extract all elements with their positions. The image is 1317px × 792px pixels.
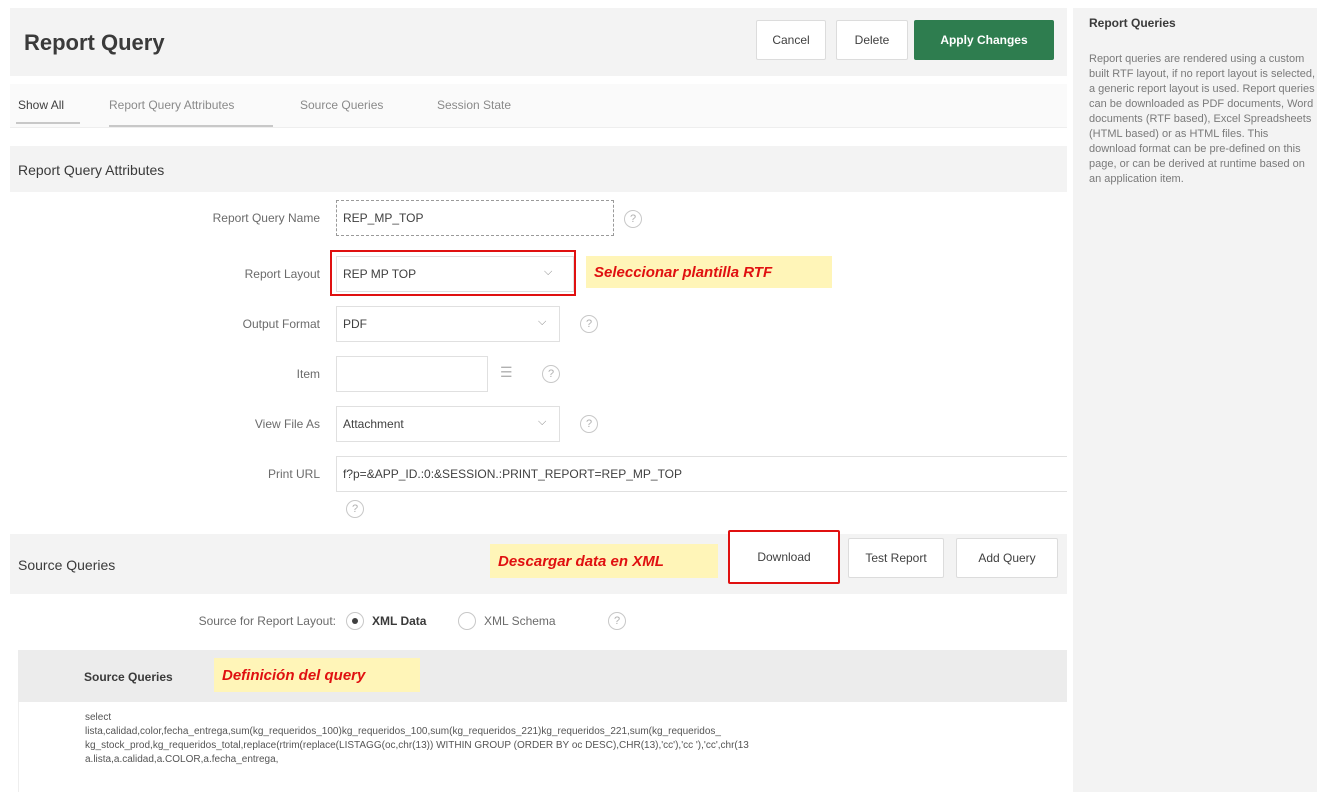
list-icon[interactable]: ☰ xyxy=(500,364,513,381)
tab-session-state[interactable]: Session State xyxy=(437,98,511,112)
report-query-name-label: Report Query Name xyxy=(212,211,320,225)
annotation-query-definition: Definición del query xyxy=(214,658,420,692)
cancel-button[interactable]: Cancel xyxy=(756,20,826,60)
source-queries-table-row[interactable]: select lista,calidad,color,fecha_entrega… xyxy=(18,702,1067,792)
sql-line: select xyxy=(85,712,112,723)
output-format-select[interactable]: PDF xyxy=(336,306,560,342)
annotation-select-rtf: Seleccionar plantilla RTF xyxy=(586,256,832,288)
help-title: Report Queries xyxy=(1089,16,1176,30)
help-text: Report queries are rendered using a cust… xyxy=(1089,53,1316,185)
download-button[interactable]: Download xyxy=(728,530,840,584)
column-header: Source Queries xyxy=(84,670,173,684)
help-icon[interactable]: ? xyxy=(346,500,364,518)
title-bar: Report Query Cancel Delete Apply Changes xyxy=(10,8,1067,76)
radio-xml-data-label[interactable]: XML Data xyxy=(372,614,426,628)
region-tabs: Show All Report Query Attributes Source … xyxy=(10,84,1067,128)
add-query-button[interactable]: Add Query xyxy=(956,538,1058,578)
delete-button[interactable]: Delete xyxy=(836,20,908,60)
page-title: Report Query xyxy=(24,30,165,55)
source-for-layout-label: Source for Report Layout: xyxy=(198,614,336,628)
tab-indicator xyxy=(109,125,273,127)
chevron-down-icon: ⌵ xyxy=(538,416,547,428)
tab-report-query-attributes[interactable]: Report Query Attributes xyxy=(109,98,234,112)
help-icon[interactable]: ? xyxy=(580,315,598,333)
section-title: Source Queries xyxy=(18,557,116,573)
section-header-report-query-attributes: Report Query Attributes xyxy=(10,146,1067,192)
help-panel: Report Queries Report queries are render… xyxy=(1073,8,1317,792)
help-icon[interactable]: ? xyxy=(580,415,598,433)
report-layout-select[interactable]: REP MP TOP xyxy=(336,256,574,292)
help-icon[interactable]: ? xyxy=(542,365,560,383)
radio-xml-schema-label[interactable]: XML Schema xyxy=(484,614,556,628)
report-layout-label: Report Layout xyxy=(244,267,320,281)
sql-line: lista,calidad,color,fecha_entrega,sum(kg… xyxy=(85,726,721,737)
view-file-as-label: View File As xyxy=(254,417,320,431)
radio-xml-schema[interactable] xyxy=(458,612,476,630)
help-icon[interactable]: ? xyxy=(624,210,642,228)
report-query-name-input[interactable]: REP_MP_TOP xyxy=(336,200,614,236)
test-report-button[interactable]: Test Report xyxy=(848,538,944,578)
source-queries-table-header: Source Queries Definición del query xyxy=(18,650,1067,702)
print-url-input[interactable]: f?p=&APP_ID.:0:&SESSION.:PRINT_REPORT=RE… xyxy=(336,456,1067,492)
tab-indicator xyxy=(16,122,80,124)
output-format-label: Output Format xyxy=(242,317,320,331)
sql-line: kg_stock_prod,kg_requeridos_total,replac… xyxy=(85,740,749,751)
help-icon[interactable]: ? xyxy=(608,612,626,630)
section-title: Report Query Attributes xyxy=(18,162,165,178)
chevron-down-icon: ⌵ xyxy=(544,266,553,278)
annotation-download-xml: Descargar data en XML xyxy=(490,544,718,578)
main-region: Report Query Cancel Delete Apply Changes… xyxy=(10,8,1067,792)
chevron-down-icon: ⌵ xyxy=(538,316,547,328)
apply-changes-button[interactable]: Apply Changes xyxy=(914,20,1054,60)
sql-line: a.lista,a.calidad,a.COLOR,a.fecha_entreg… xyxy=(85,754,279,765)
print-url-label: Print URL xyxy=(267,467,320,481)
item-input[interactable] xyxy=(336,356,488,392)
view-file-as-select[interactable]: Attachment xyxy=(336,406,560,442)
tab-source-queries[interactable]: Source Queries xyxy=(300,98,383,112)
radio-xml-data[interactable] xyxy=(346,612,364,630)
tab-show-all[interactable]: Show All xyxy=(18,98,64,112)
item-label: Item xyxy=(296,367,320,381)
